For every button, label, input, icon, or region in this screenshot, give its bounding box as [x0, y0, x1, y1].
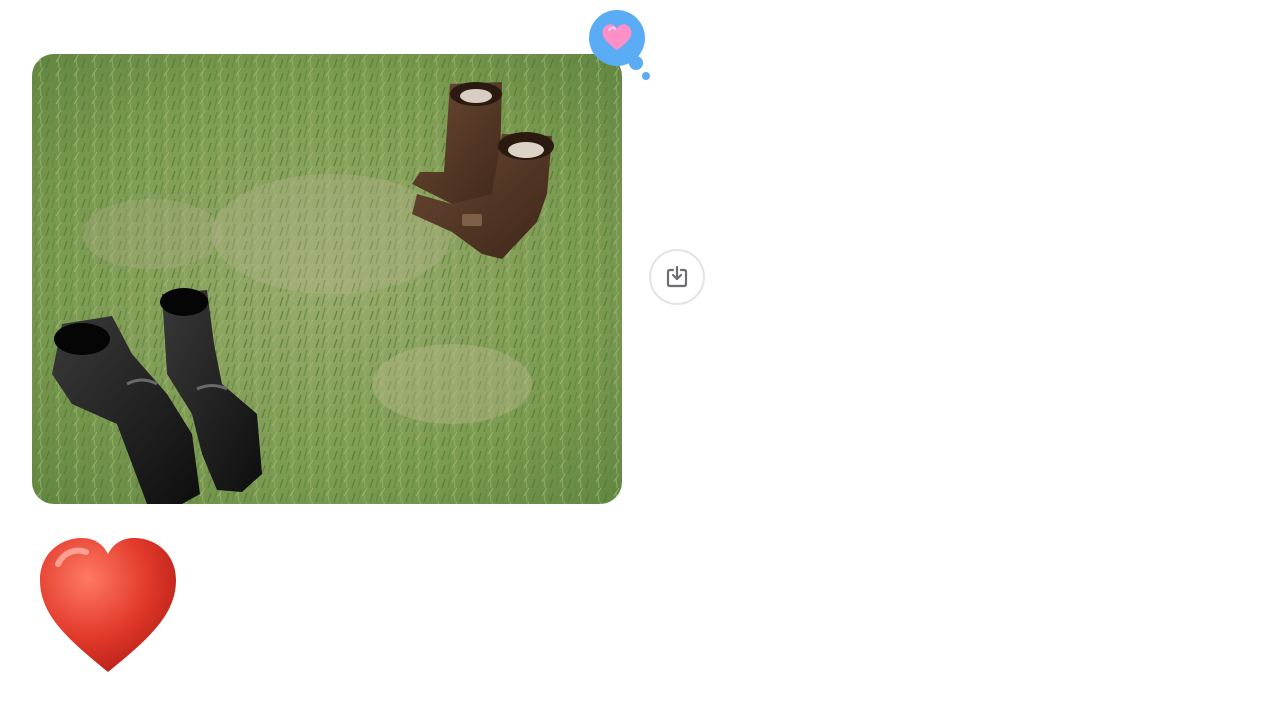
tapback-heart-reaction[interactable]: [584, 6, 654, 84]
red-heart-icon: [40, 538, 176, 672]
save-photo-button[interactable]: [649, 249, 705, 305]
save-to-library-icon: [666, 265, 688, 288]
photo-message[interactable]: [32, 54, 622, 504]
emoji-message[interactable]: [36, 534, 180, 678]
message-thread: [0, 0, 1284, 714]
photo-image: [32, 54, 622, 504]
